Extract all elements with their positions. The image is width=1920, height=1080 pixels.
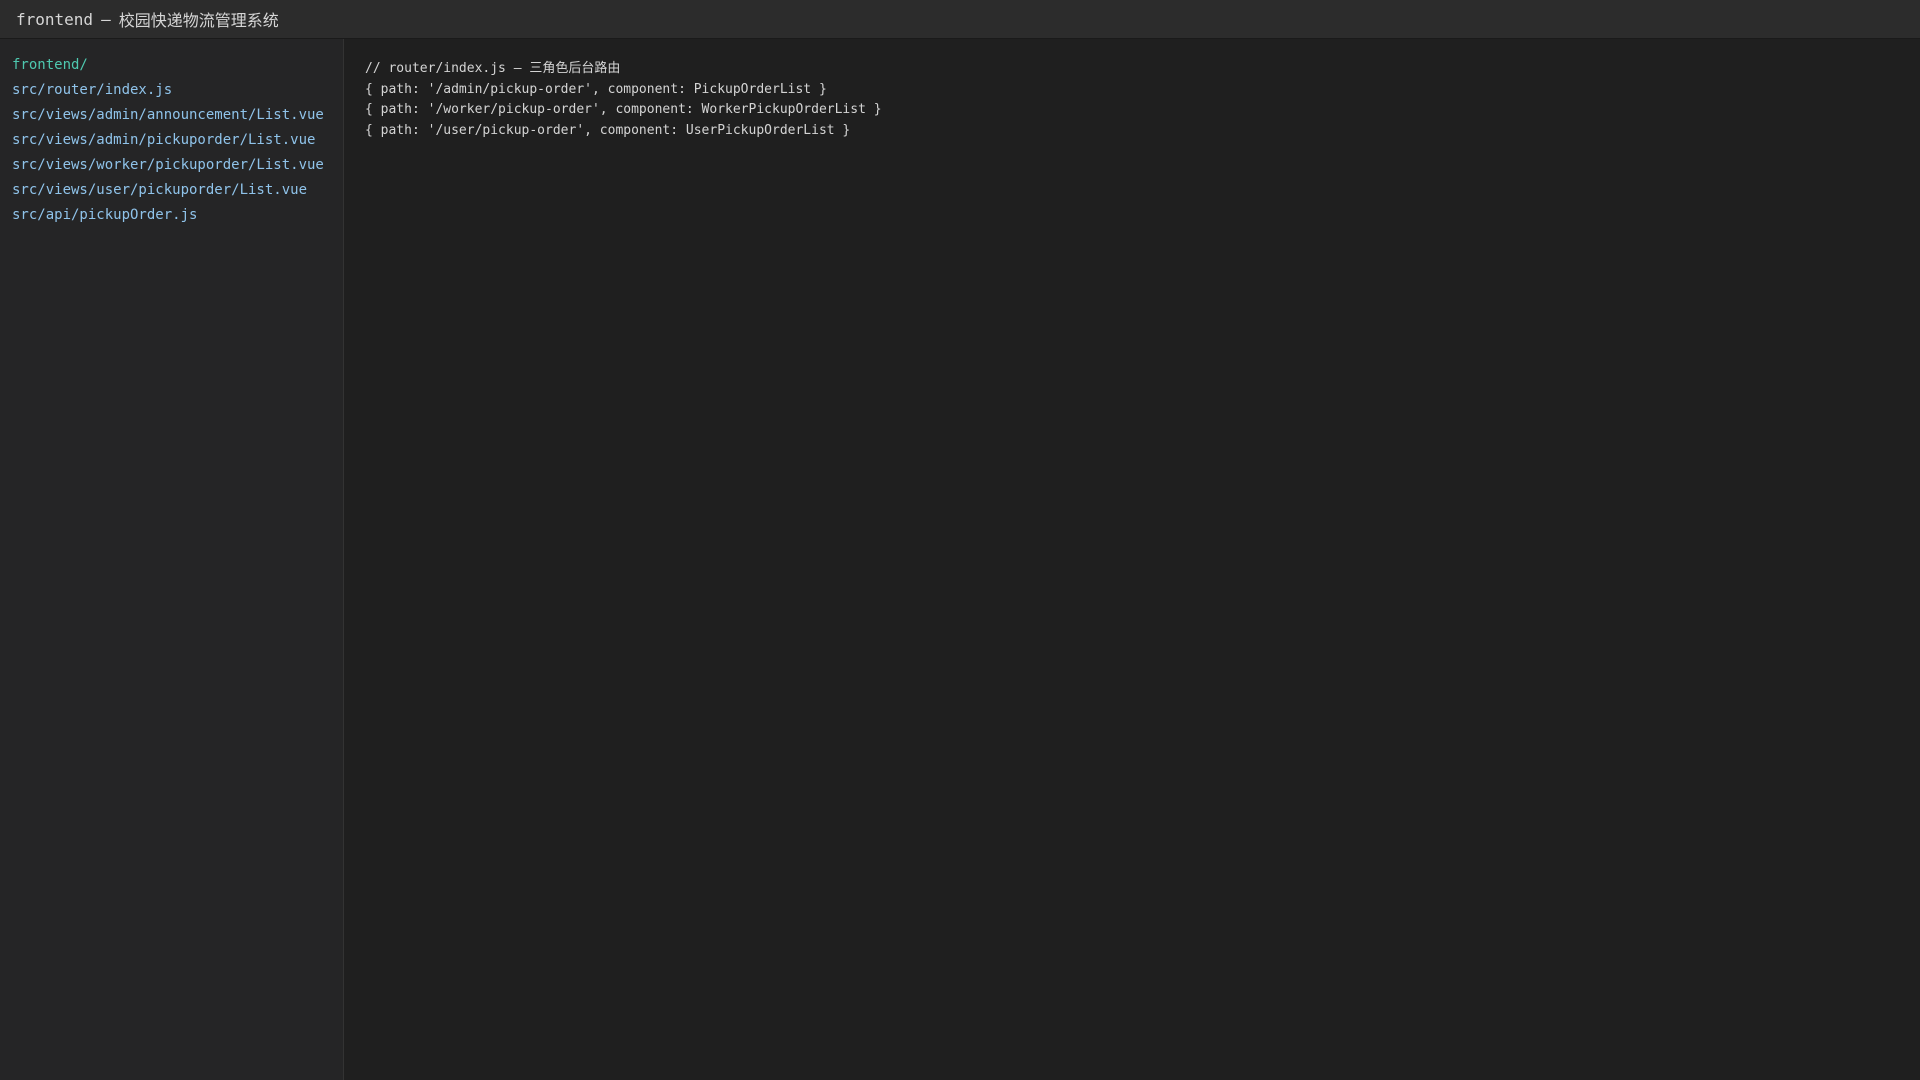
- code-line-4: { path: '/user/pickup-order', component:…: [365, 122, 851, 138]
- code-line-3: { path: '/worker/pickup-order', componen…: [365, 102, 882, 118]
- folder-item-frontend[interactable]: frontend/: [0, 53, 343, 78]
- window-titlebar: frontend — 校园快递物流管理系统: [0, 0, 1920, 39]
- file-item-worker-pickuporder-list[interactable]: src/views/worker/pickuporder/List.vue: [0, 153, 343, 178]
- window-title-project: frontend: [16, 9, 94, 29]
- file-explorer-sidebar: frontend/ src/router/index.js src/views/…: [0, 39, 344, 1080]
- file-item-admin-announcement-list[interactable]: src/views/admin/announcement/List.vue: [0, 103, 343, 128]
- window-title-separator: —: [101, 9, 111, 29]
- code-line-1: // router/index.js — 三角色后台路由: [365, 61, 621, 76]
- code-line-2: { path: '/admin/pickup-order', component…: [365, 81, 827, 97]
- file-item-api-pickuporder[interactable]: src/api/pickupOrder.js: [0, 203, 343, 228]
- file-item-user-pickuporder-list[interactable]: src/views/user/pickuporder/List.vue: [0, 178, 343, 203]
- file-item-router-index[interactable]: src/router/index.js: [0, 78, 343, 103]
- file-item-admin-pickuporder-list[interactable]: src/views/admin/pickuporder/List.vue: [0, 128, 343, 153]
- window-title-app-name: 校园快递物流管理系统: [118, 11, 279, 30]
- code-editor[interactable]: // router/index.js — 三角色后台路由 { path: '/a…: [345, 39, 1920, 1080]
